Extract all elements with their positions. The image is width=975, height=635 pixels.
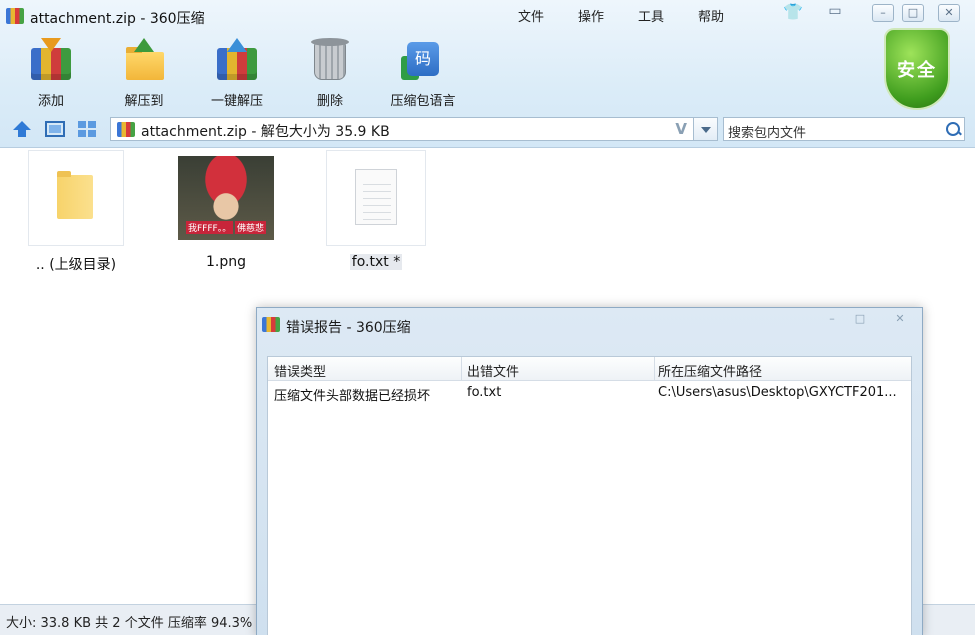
add-button[interactable]: 添加: [11, 38, 91, 109]
address-dropdown-button[interactable]: [693, 118, 717, 140]
add-icon: [29, 38, 73, 82]
up-arrow-icon[interactable]: [12, 120, 32, 138]
360zip-icon: [262, 317, 280, 332]
address-bar[interactable]: attachment.zip - 解包大小为 35.9 KB V: [110, 117, 718, 141]
text-file-icon: [355, 169, 397, 225]
thumb-caption-right: 佛慈悲: [234, 221, 266, 234]
dialog-title: 错误报告 - 360压缩: [286, 320, 411, 336]
image-thumbnail: 我FFFF。。 佛慈悲: [178, 150, 274, 246]
maximize-button[interactable]: □: [902, 4, 924, 22]
zip-file-icon: [117, 122, 135, 137]
status-text: 大小: 33.8 KB 共 2 个文件 压缩率 94.3%: [6, 616, 253, 631]
address-path: attachment.zip - 解包大小为 35.9 KB: [141, 124, 390, 140]
skin-icon[interactable]: 👕: [782, 4, 804, 22]
verify-icon[interactable]: V: [675, 120, 687, 138]
search-box[interactable]: 搜索包内文件: [723, 117, 965, 141]
extract-to-button[interactable]: 解压到: [104, 38, 184, 109]
minimize-button[interactable]: –: [872, 4, 894, 22]
add-label: 添加: [37, 94, 64, 109]
search-icon[interactable]: [944, 120, 962, 138]
package-language-button[interactable]: 码 压缩包语言: [383, 38, 463, 109]
package-language-label: 压缩包语言: [390, 94, 456, 109]
address-row: attachment.zip - 解包大小为 35.9 KB V 搜索包内文件: [0, 114, 975, 144]
file-item-fotxt[interactable]: fo.txt *: [326, 150, 426, 270]
text-thumbnail: [326, 150, 426, 246]
close-button[interactable]: ✕: [938, 4, 960, 22]
error-report-dialog: 错误报告 - 360压缩 – □ ✕ 错误类型 出错文件 所在压缩文件路径 压缩…: [256, 307, 923, 635]
one-click-extract-icon: [215, 38, 259, 82]
delete-label: 删除: [316, 94, 343, 109]
search-input[interactable]: 搜索包内文件: [728, 122, 806, 141]
menu-help[interactable]: 帮助: [698, 6, 724, 25]
title-bar: attachment.zip - 360压缩 文件 操作 工具 帮助 👕 ▭ –…: [0, 0, 975, 32]
security-shield-badge[interactable]: 安全: [884, 28, 950, 110]
picture-preview: 我FFFF。。 佛慈悲: [178, 156, 274, 240]
dialog-maximize-button[interactable]: □: [849, 312, 871, 328]
folder-thumbnail: [28, 150, 124, 246]
dialog-close-button[interactable]: ✕: [889, 312, 911, 328]
folder-icon: [57, 171, 93, 219]
archive-path-cell: C:\Users\asus\Desktop\GXYCTF201...: [658, 385, 897, 400]
column-header-archive-path[interactable]: 所在压缩文件路径: [658, 361, 762, 380]
dialog-minimize-button[interactable]: –: [821, 312, 843, 328]
file-item-1png[interactable]: 我FFFF。。 佛慈悲 1.png: [178, 150, 274, 270]
language-icon: 码: [401, 38, 445, 82]
column-header-error-type[interactable]: 错误类型: [274, 361, 326, 380]
file-name: .. (上级目录): [35, 257, 117, 273]
table-header: 错误类型 出错文件 所在压缩文件路径: [268, 357, 911, 381]
one-click-extract-label: 一键解压: [210, 94, 263, 109]
360zip-icon: [6, 8, 24, 24]
grid-view-icon[interactable]: [77, 120, 97, 138]
menu-file[interactable]: 文件: [518, 6, 544, 25]
error-table: 错误类型 出错文件 所在压缩文件路径 压缩文件头部数据已经损坏 fo.txt C…: [267, 356, 912, 635]
error-file-cell: fo.txt: [467, 385, 502, 400]
file-item-parent[interactable]: .. (上级目录): [28, 150, 124, 274]
one-click-extract-button[interactable]: 一键解压: [197, 38, 277, 109]
extract-to-icon: [122, 38, 166, 82]
trash-icon: [308, 38, 352, 82]
safe-label: 安全: [897, 60, 937, 81]
menu-tools[interactable]: 工具: [638, 6, 664, 25]
error-type-cell: 压缩文件头部数据已经损坏: [274, 389, 431, 404]
feedback-icon[interactable]: ▭: [824, 4, 846, 22]
large-icon-view-icon[interactable]: [45, 120, 65, 138]
window-title: attachment.zip - 360压缩: [30, 11, 205, 27]
column-header-error-file[interactable]: 出错文件: [467, 361, 519, 380]
file-name: fo.txt *: [349, 254, 403, 270]
menu-operation[interactable]: 操作: [578, 6, 604, 25]
top-toolbar-area: attachment.zip - 360压缩 文件 操作 工具 帮助 👕 ▭ –…: [0, 0, 975, 148]
file-name: 1.png: [205, 254, 246, 270]
delete-button[interactable]: 删除: [290, 38, 370, 109]
thumb-caption-left: 我FFFF。。: [186, 221, 234, 234]
extract-to-label: 解压到: [124, 94, 164, 109]
